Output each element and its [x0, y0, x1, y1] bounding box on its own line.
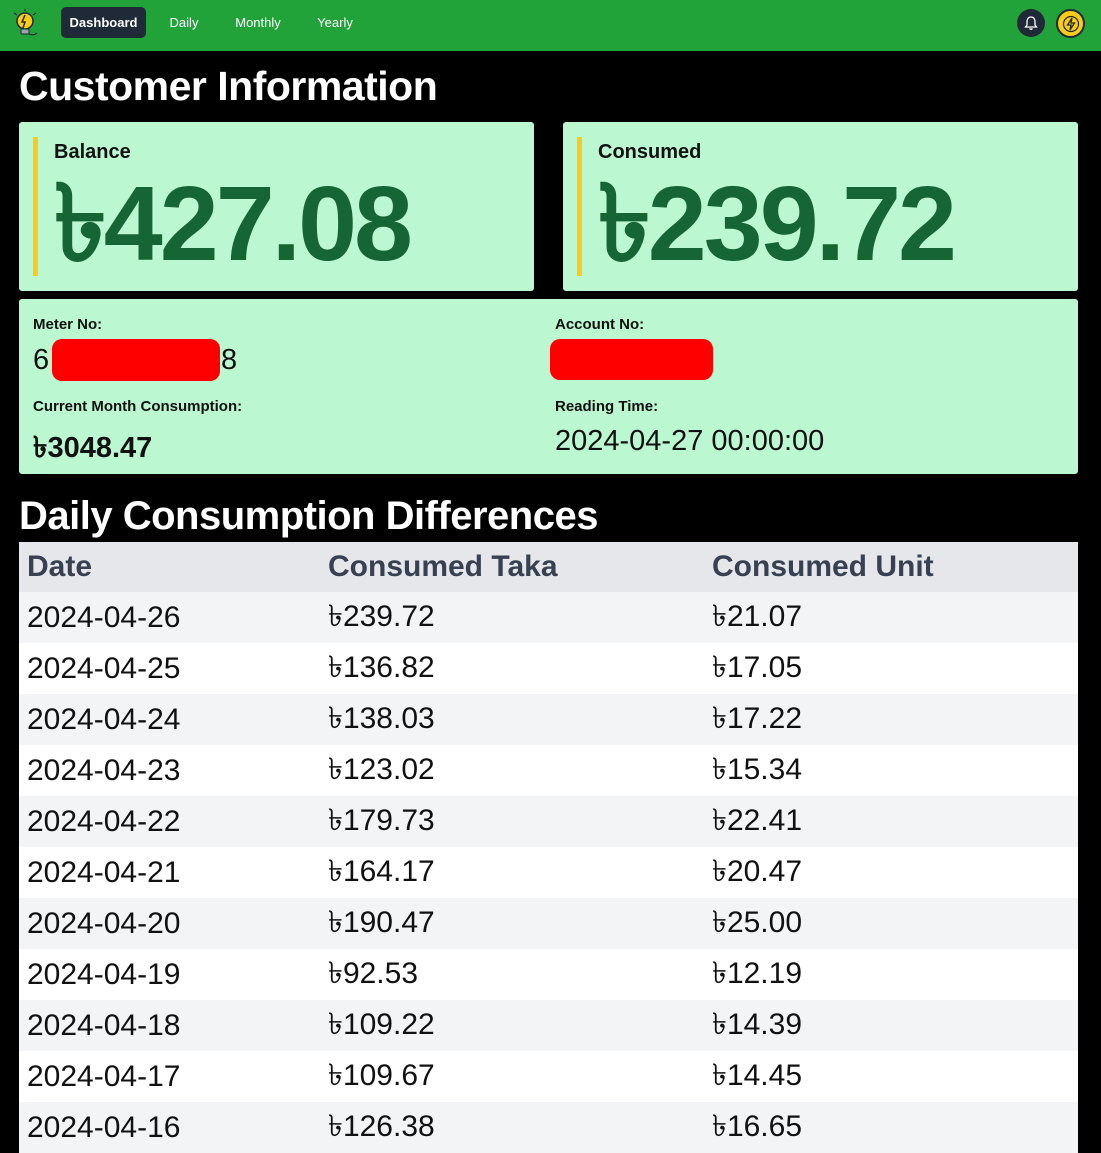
balance-value: ৳427.08 — [54, 165, 413, 283]
cell-consumed-taka: ৳179.73 — [320, 796, 704, 847]
page-title: Customer Information — [19, 63, 438, 109]
cell-consumed-unit: ৳16.65 — [704, 1102, 1078, 1153]
daily-consumption-table: Date Consumed Taka Consumed Unit 2024-04… — [19, 542, 1078, 1153]
table-row: 2024-04-17 ৳109.67 ৳14.45 — [19, 1051, 1078, 1102]
cell-date: 2024-04-21 — [19, 847, 320, 898]
cell-consumed-taka: ৳109.67 — [320, 1051, 704, 1102]
cell-consumed-unit: ৳12.19 — [704, 949, 1078, 1000]
cell-consumed-taka: ৳190.47 — [320, 898, 704, 949]
meter-no-redaction — [52, 339, 220, 381]
tab-daily[interactable]: Daily — [160, 7, 208, 38]
cell-consumed-unit: ৳17.05 — [704, 643, 1078, 694]
consumed-label: Consumed — [598, 141, 702, 163]
meter-no-label: Meter No: — [33, 316, 103, 333]
cell-date: 2024-04-16 — [19, 1102, 320, 1153]
table-row: 2024-04-25 ৳136.82 ৳17.05 — [19, 643, 1078, 694]
cell-date: 2024-04-19 — [19, 949, 320, 1000]
tab-monthly[interactable]: Monthly — [224, 7, 292, 38]
cell-consumed-unit: ৳21.07 — [704, 592, 1078, 643]
cell-date: 2024-04-26 — [19, 592, 320, 643]
cell-date: 2024-04-20 — [19, 898, 320, 949]
cell-consumed-taka: ৳164.17 — [320, 847, 704, 898]
cell-consumed-taka: ৳138.03 — [320, 694, 704, 745]
cell-consumed-unit: ৳22.41 — [704, 796, 1078, 847]
cell-consumed-unit: ৳14.45 — [704, 1051, 1078, 1102]
tab-dashboard[interactable]: Dashboard — [61, 7, 146, 38]
cell-consumed-unit: ৳15.34 — [704, 745, 1078, 796]
consumed-value: ৳239.72 — [598, 165, 957, 283]
meter-no-prefix: 6 — [33, 344, 50, 376]
meter-no-suffix: 8 — [221, 344, 238, 376]
table-header-row: Date Consumed Taka Consumed Unit — [19, 542, 1078, 592]
month-consumption-value: ৳3048.47 — [33, 432, 153, 464]
column-header-date: Date — [19, 542, 320, 592]
column-header-consumed-unit: Consumed Unit — [704, 542, 1078, 592]
cell-consumed-taka: ৳239.72 — [320, 592, 704, 643]
reading-time-label: Reading Time: — [555, 398, 659, 415]
cell-date: 2024-04-17 — [19, 1051, 320, 1102]
bell-icon[interactable] — [1017, 9, 1045, 37]
balance-label: Balance — [54, 141, 131, 163]
cell-consumed-taka: ৳126.38 — [320, 1102, 704, 1153]
tab-yearly[interactable]: Yearly — [307, 7, 363, 38]
month-consumption-label: Current Month Consumption: — [33, 398, 243, 415]
account-no-label: Account No: — [555, 316, 645, 333]
cell-date: 2024-04-23 — [19, 745, 320, 796]
table-row: 2024-04-18 ৳109.22 ৳14.39 — [19, 1000, 1078, 1051]
accent-bar — [577, 137, 582, 276]
cell-date: 2024-04-24 — [19, 694, 320, 745]
column-header-consumed-taka: Consumed Taka — [320, 542, 704, 592]
cell-date: 2024-04-25 — [19, 643, 320, 694]
table-row: 2024-04-19 ৳92.53 ৳12.19 — [19, 949, 1078, 1000]
cell-consumed-unit: ৳17.22 — [704, 694, 1078, 745]
table-row: 2024-04-24 ৳138.03 ৳17.22 — [19, 694, 1078, 745]
cell-consumed-unit: ৳25.00 — [704, 898, 1078, 949]
table-row: 2024-04-20 ৳190.47 ৳25.00 — [19, 898, 1078, 949]
table-row: 2024-04-26 ৳239.72 ৳21.07 — [19, 592, 1078, 643]
balance-card: Balance ৳427.08 — [19, 122, 534, 291]
cell-date: 2024-04-18 — [19, 1000, 320, 1051]
cell-consumed-taka: ৳123.02 — [320, 745, 704, 796]
reading-time-value: 2024-04-27 00:00:00 — [555, 425, 825, 457]
cell-consumed-unit: ৳20.47 — [704, 847, 1078, 898]
cell-consumed-taka: ৳92.53 — [320, 949, 704, 1000]
cell-consumed-unit: ৳14.39 — [704, 1000, 1078, 1051]
table-row: 2024-04-22 ৳179.73 ৳22.41 — [19, 796, 1078, 847]
cell-consumed-taka: ৳109.22 — [320, 1000, 704, 1051]
daily-section-title: Daily Consumption Differences — [19, 494, 598, 538]
lightning-icon[interactable] — [1056, 9, 1085, 38]
consumed-card: Consumed ৳239.72 — [563, 122, 1078, 291]
table-row: 2024-04-21 ৳164.17 ৳20.47 — [19, 847, 1078, 898]
table-row: 2024-04-23 ৳123.02 ৳15.34 — [19, 745, 1078, 796]
table-row: 2024-04-16 ৳126.38 ৳16.65 — [19, 1102, 1078, 1153]
meter-info-panel: Meter No: 6 8 Account No: Current Month … — [19, 299, 1078, 474]
cell-consumed-taka: ৳136.82 — [320, 643, 704, 694]
accent-bar — [33, 137, 38, 276]
cell-date: 2024-04-22 — [19, 796, 320, 847]
account-no-redaction — [550, 339, 713, 380]
top-nav: Dashboard Daily Monthly Yearly — [0, 0, 1101, 51]
lightbulb-logo-icon[interactable] — [12, 9, 40, 41]
